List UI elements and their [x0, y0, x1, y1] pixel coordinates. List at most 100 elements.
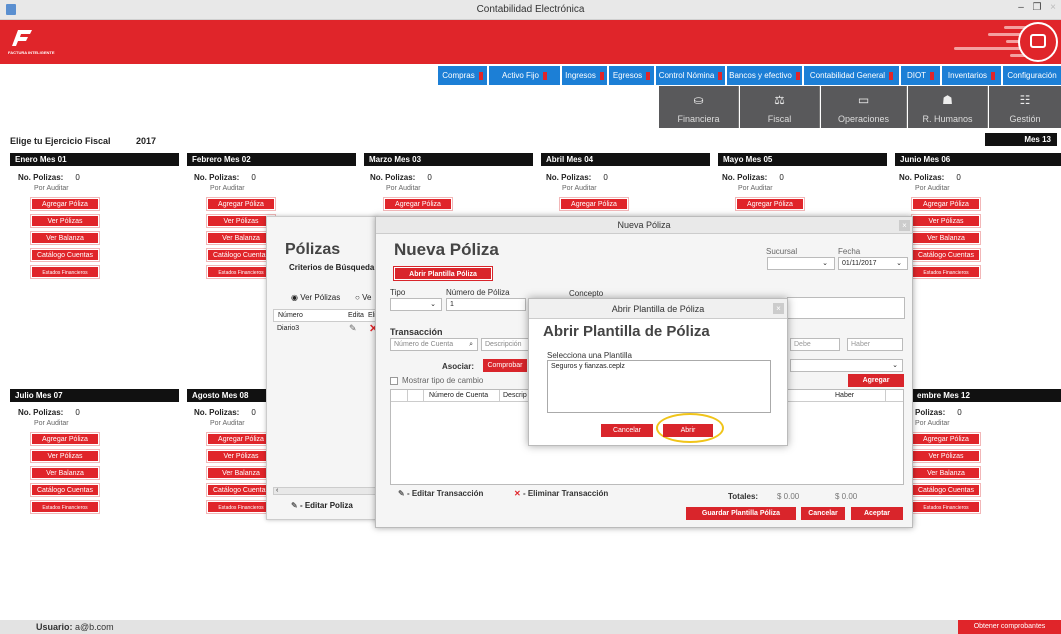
cancelar-button[interactable]: Cancelar	[801, 507, 845, 520]
tab-diot[interactable]: DIOT	[901, 66, 941, 85]
agregar-poliza-button[interactable]: Agregar Póliza	[207, 433, 275, 445]
catalogo-cuentas-button[interactable]: Catálogo Cuentas	[207, 484, 275, 496]
polizas-count-08: No. Polizas: 0	[194, 408, 256, 417]
agregar-poliza-button[interactable]: Agregar Póliza	[736, 198, 804, 210]
close-icon[interactable]: ×	[899, 220, 910, 231]
nueva-poliza-titlebar: Nueva Póliza	[376, 217, 912, 234]
catalogo-cuentas-button[interactable]: Catálogo Cuentas	[31, 249, 99, 261]
catalogo-cuentas-button[interactable]: Catálogo Cuentas	[912, 484, 980, 496]
hierarchy-icon: ☷	[1019, 93, 1031, 107]
mostrar-tipo-cambio-checkbox[interactable]: Mostrar tipo de cambio	[390, 376, 483, 385]
avatar[interactable]	[1018, 22, 1058, 62]
ver-balanza-button[interactable]: Ver Balanza	[207, 467, 275, 479]
tipo-select[interactable]: ⌄	[390, 298, 442, 311]
mes13-header[interactable]: Mes 13	[985, 133, 1057, 146]
abrir-plantilla-poliza-button[interactable]: Abrir Plantilla Póliza	[393, 266, 493, 281]
chevron-down-icon: ⌄	[896, 260, 902, 267]
agregar-poliza-button[interactable]: Agregar Póliza	[31, 433, 99, 445]
estados-financieros-button[interactable]: Estados Financieros	[207, 266, 275, 278]
tab-activo-fijo[interactable]: Activo Fijo	[489, 66, 561, 85]
delete-icon: ✕	[514, 489, 521, 498]
transaccion-label: Transacción	[390, 327, 443, 337]
aceptar-button[interactable]: Aceptar	[851, 507, 903, 520]
estados-financieros-button[interactable]: Estados Financieros	[31, 501, 99, 513]
guardar-plantilla-button[interactable]: Guardar Plantilla Póliza	[686, 507, 796, 520]
agregar-poliza-button[interactable]: Agregar Póliza	[912, 433, 980, 445]
tab-bancos[interactable]: Bancos y efectivo	[727, 66, 803, 85]
descripcion-input[interactable]: Descripción	[481, 338, 531, 351]
agregar-poliza-button[interactable]: Agregar Póliza	[207, 198, 275, 210]
month-header-04: Abril Mes 04	[541, 153, 710, 166]
comprobante-button[interactable]: Comprobar	[483, 359, 527, 372]
tab-inventarios[interactable]: Inventarios	[942, 66, 1002, 85]
nav-operaciones[interactable]: ▭ Operaciones	[821, 86, 907, 128]
numero-poliza-input[interactable]: 1	[446, 298, 526, 311]
cuenta-input[interactable]: Número de Cuenta ⌕	[390, 338, 478, 351]
ver-polizas-button[interactable]: Ver Pólizas	[207, 215, 275, 227]
horizontal-scrollbar[interactable]: ‹	[273, 487, 379, 495]
totales-label: Totales:	[728, 492, 759, 501]
criterios-label: Criterios de Búsqueda	[289, 263, 375, 272]
agregar-poliza-button[interactable]: Agregar Póliza	[912, 198, 980, 210]
sucursal-select[interactable]: ⌄	[767, 257, 835, 270]
close-icon[interactable]: ×	[773, 303, 784, 314]
polizas-count-03: No. Polizas: 0	[370, 173, 432, 182]
list-item[interactable]: Seguros y fianzas.ceplz	[551, 363, 625, 370]
col-numero-cuenta: Número de Cuenta	[429, 392, 489, 399]
ver-balanza-button[interactable]: Ver Balanza	[912, 232, 980, 244]
search-icon[interactable]: ⌕	[469, 339, 473, 350]
abrir-button[interactable]: Abrir	[663, 424, 713, 437]
polizas-grid-header: Número Edita Elim	[273, 309, 382, 322]
estados-financieros-button[interactable]: Estados Financieros	[912, 266, 980, 278]
plantilla-list[interactable]: Seguros y fianzas.ceplz	[547, 360, 771, 413]
minimize-icon[interactable]: –	[1014, 2, 1028, 16]
nav-r-humanos[interactable]: ☗ R. Humanos	[908, 86, 988, 128]
tab-control-nomina[interactable]: Control Nómina	[656, 66, 726, 85]
obtener-comprobantes-button[interactable]: Obtener comprobantes	[958, 620, 1061, 634]
cancelar-plantilla-button[interactable]: Cancelar	[601, 424, 653, 437]
fecha-input[interactable]: 01/11/2017 ⌄	[838, 257, 908, 270]
haber-input[interactable]: Haber	[847, 338, 903, 351]
concepto-input[interactable]	[787, 297, 905, 319]
tab-compras[interactable]: Compras	[438, 66, 488, 85]
nav-financiera[interactable]: ⛀ Financiera	[659, 86, 739, 128]
tab-contabilidad-general[interactable]: Contabilidad General	[804, 66, 900, 85]
estados-financieros-button[interactable]: Estados Financieros	[31, 266, 99, 278]
ejercicio-year[interactable]: 2017	[136, 136, 156, 146]
nav-fiscal[interactable]: ⚖ Fiscal	[740, 86, 820, 128]
close-icon[interactable]: ×	[1046, 2, 1060, 16]
ver-balanza-button[interactable]: Ver Balanza	[207, 232, 275, 244]
radio-other[interactable]: ○ Ve	[355, 293, 371, 302]
maximize-icon[interactable]: ❐	[1030, 2, 1044, 16]
catalogo-cuentas-button[interactable]: Catálogo Cuentas	[912, 249, 980, 261]
ver-polizas-button[interactable]: Ver Pólizas	[31, 450, 99, 462]
ver-balanza-button[interactable]: Ver Balanza	[912, 467, 980, 479]
tab-configuracion[interactable]: Configuración	[1003, 66, 1061, 85]
estados-financieros-button[interactable]: Estados Financieros	[912, 501, 980, 513]
ver-balanza-button[interactable]: Ver Balanza	[31, 467, 99, 479]
abrir-plantilla-titlebar: Abrir Plantilla de Póliza	[529, 299, 787, 319]
ver-polizas-button[interactable]: Ver Pólizas	[207, 450, 275, 462]
nav-gestion[interactable]: ☷ Gestión	[989, 86, 1061, 128]
table-row[interactable]: Diario3 ✎ ✕	[273, 323, 379, 335]
agregar-poliza-button[interactable]: Agregar Póliza	[384, 198, 452, 210]
debe-input[interactable]: Debe	[790, 338, 840, 351]
ver-polizas-button[interactable]: Ver Pólizas	[31, 215, 99, 227]
catalogo-cuentas-button[interactable]: Catálogo Cuentas	[207, 249, 275, 261]
ver-polizas-button[interactable]: Ver Pólizas	[912, 450, 980, 462]
agregar-poliza-button[interactable]: Agregar Póliza	[560, 198, 628, 210]
tab-ingresos[interactable]: Ingresos	[562, 66, 608, 85]
agregar-transaccion-button[interactable]: Agregar	[848, 374, 904, 387]
comprobante-select[interactable]: ⌄	[790, 359, 903, 372]
agregar-poliza-button[interactable]: Agregar Póliza	[31, 198, 99, 210]
catalogo-cuentas-button[interactable]: Catálogo Cuentas	[31, 484, 99, 496]
sucursal-label: Sucursal	[766, 247, 798, 256]
polizas-count-06: No. Polizas: 0	[899, 173, 961, 182]
ver-balanza-button[interactable]: Ver Balanza	[31, 232, 99, 244]
edit-icon[interactable]: ✎	[349, 323, 357, 334]
radio-ver-polizas[interactable]: ◉ Ver Pólizas	[291, 293, 340, 302]
month-header-06: Junio Mes 06	[895, 153, 1061, 166]
ver-polizas-button[interactable]: Ver Pólizas	[912, 215, 980, 227]
tab-egresos[interactable]: Egresos	[609, 66, 655, 85]
estados-financieros-button[interactable]: Estados Financieros	[207, 501, 275, 513]
